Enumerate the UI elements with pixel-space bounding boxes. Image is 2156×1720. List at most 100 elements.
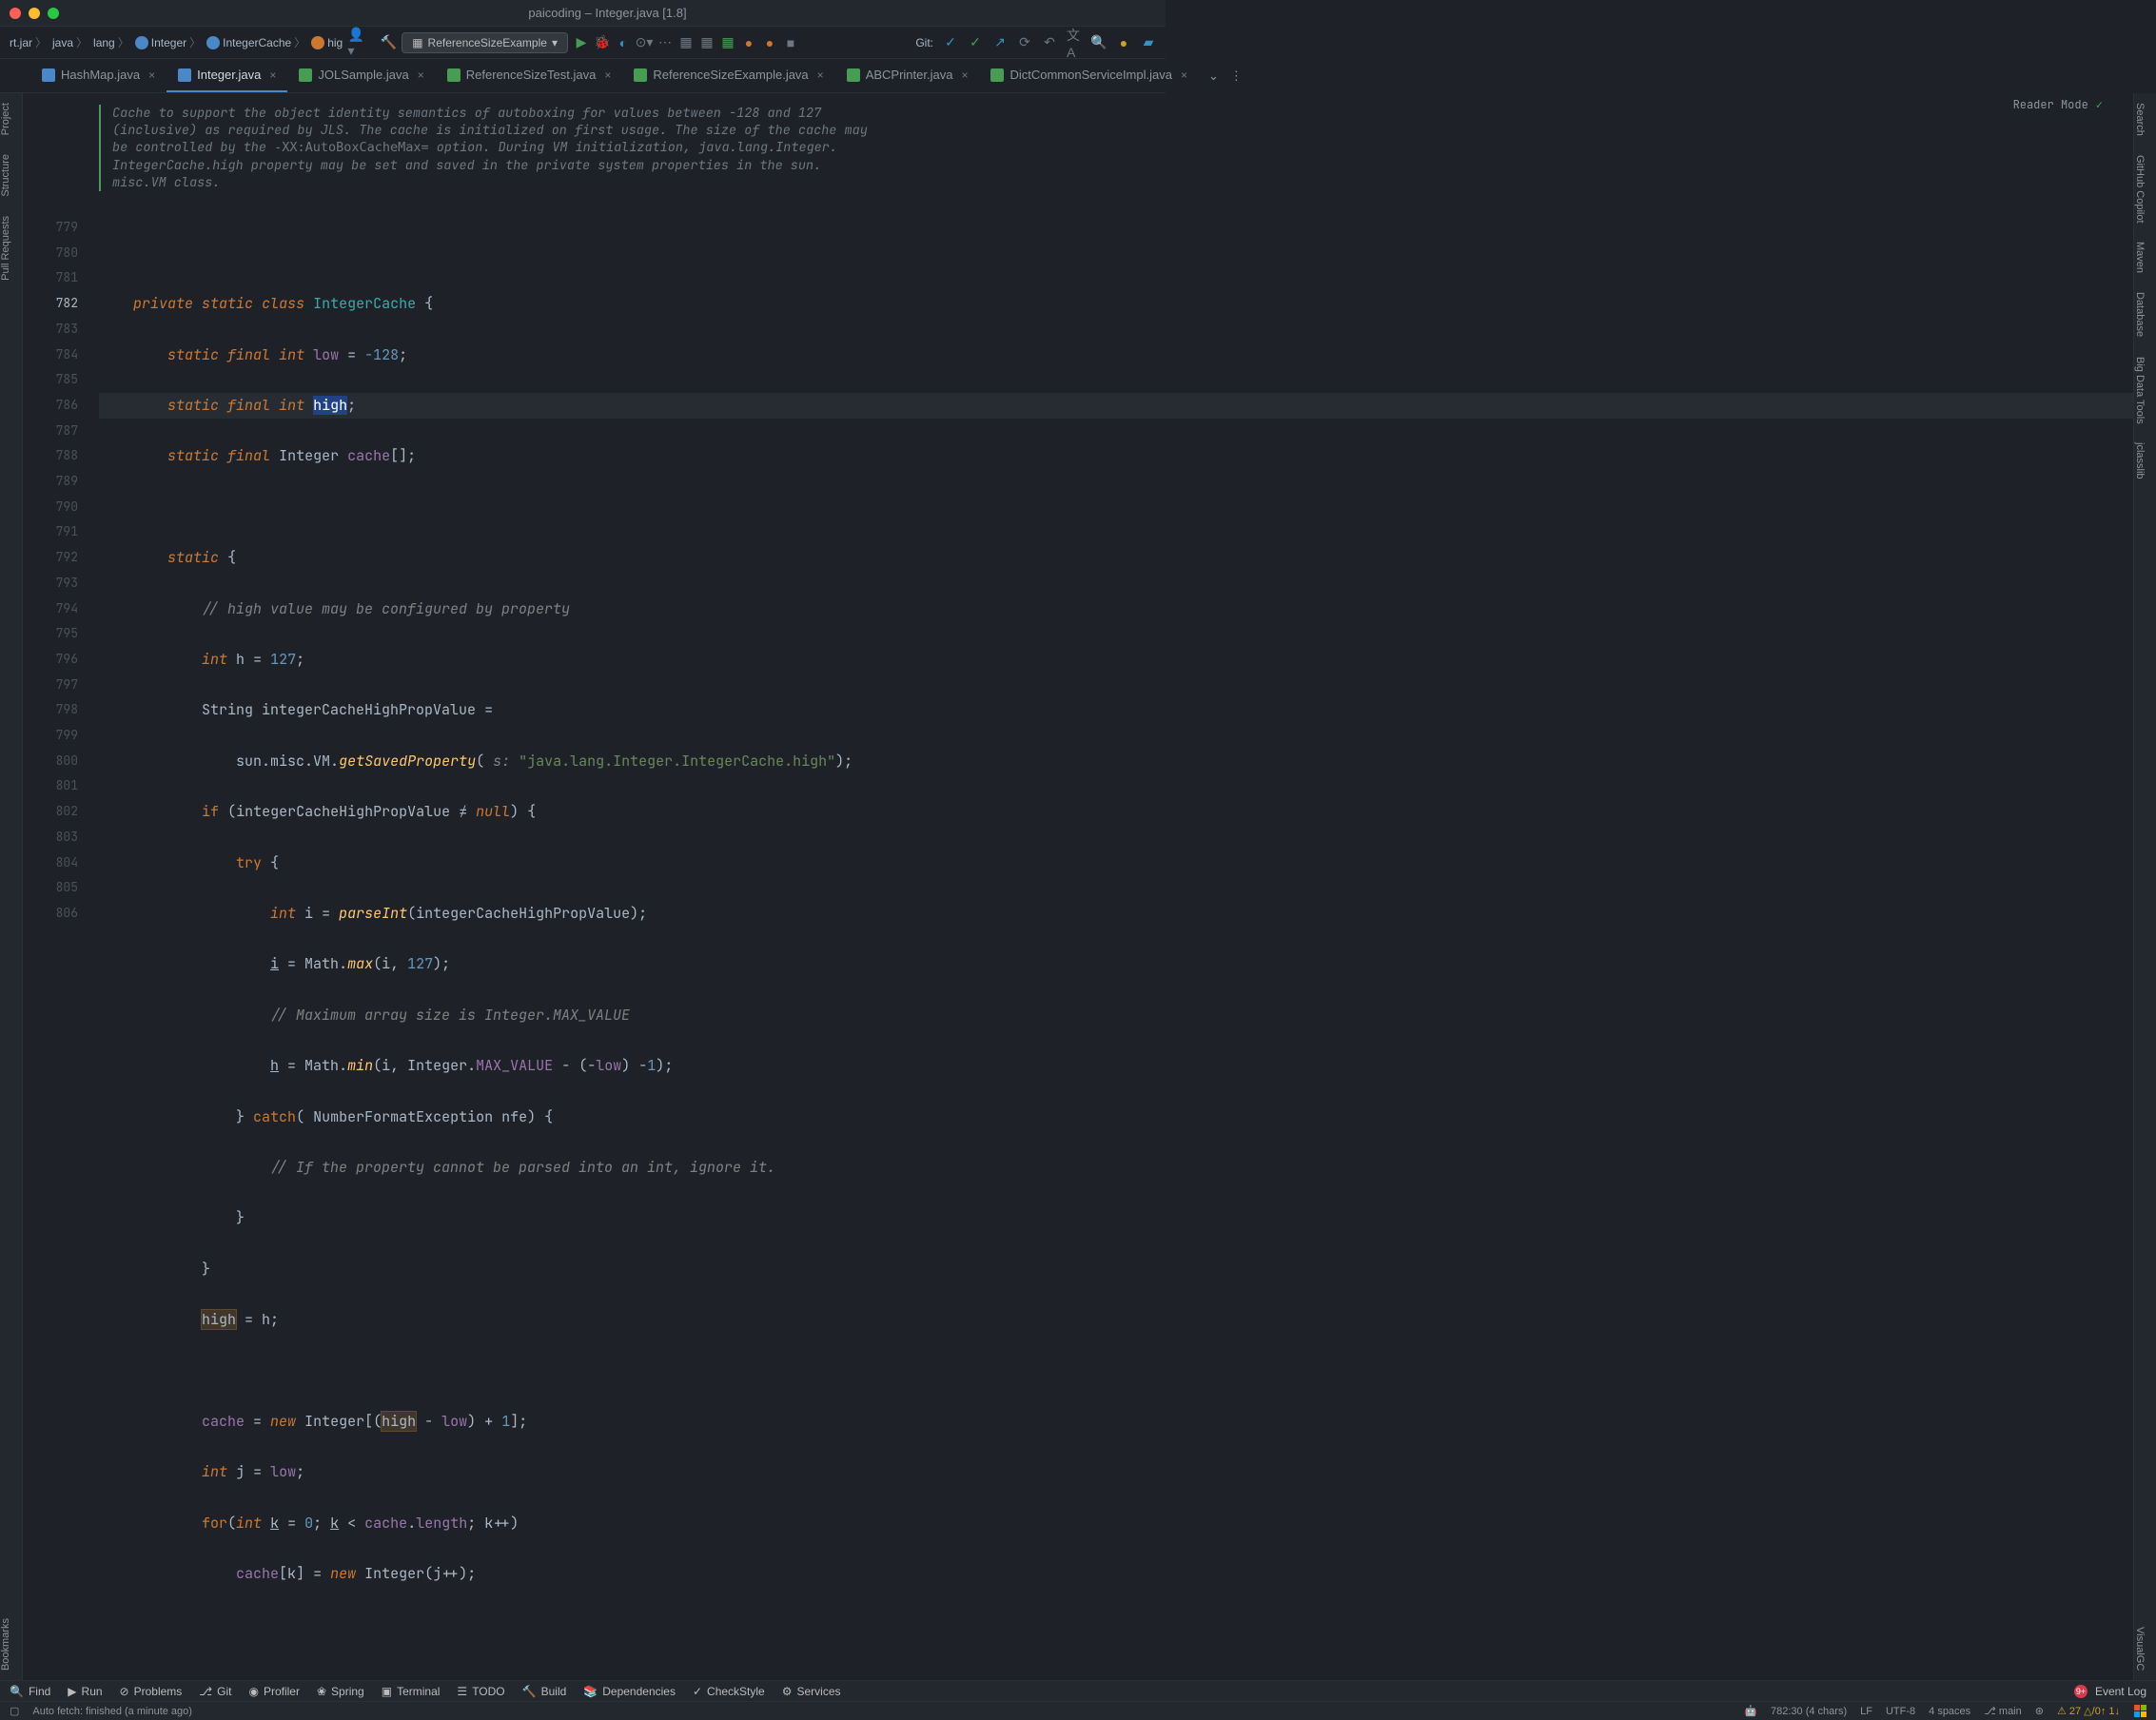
translate-icon[interactable]: 文A: [1067, 35, 1082, 50]
breadcrumb-item[interactable]: rt.jar〉: [10, 34, 47, 50]
tw-spring[interactable]: ❀Spring: [317, 1685, 364, 1698]
history-icon[interactable]: ⟳: [1017, 35, 1032, 50]
close-icon[interactable]: ×: [604, 68, 611, 82]
tool-icon[interactable]: ▦: [720, 35, 735, 50]
tool-icon[interactable]: ●: [762, 35, 777, 50]
copilot-status-icon[interactable]: 🤖: [1744, 1705, 1757, 1717]
tw-bigdata[interactable]: Big Data Tools: [2134, 347, 2146, 434]
code-area[interactable]: private static class IntegerCache { stat…: [99, 93, 2133, 1680]
tab-integer[interactable]: Integer.java×: [167, 59, 287, 92]
ide-icon[interactable]: ●: [1116, 35, 1131, 50]
tw-database[interactable]: Database: [2134, 283, 2146, 346]
tw-structure[interactable]: Structure: [0, 145, 11, 206]
tab-refsizeex[interactable]: ReferenceSizeExample.java×: [622, 59, 834, 92]
run-icon[interactable]: ▶: [574, 35, 589, 50]
tabs-overflow[interactable]: ⌄⋮: [1199, 59, 1252, 92]
profile-icon[interactable]: ⊙▾: [637, 35, 652, 50]
build-icon[interactable]: 🔨: [381, 35, 396, 50]
tw-jclasslib[interactable]: jclasslib: [2134, 433, 2146, 489]
tw-services[interactable]: ⚙Services: [782, 1685, 841, 1698]
revert-icon[interactable]: ↶: [1042, 35, 1057, 50]
stop-icon[interactable]: ■: [783, 35, 798, 50]
coverage-icon[interactable]: ◐: [616, 35, 631, 50]
editor[interactable]: Reader Mode✓ Cache to support the object…: [23, 93, 2133, 1680]
tw-profiler[interactable]: ◉Profiler: [248, 1685, 300, 1698]
tab-dictcommon[interactable]: DictCommonServiceImpl.java×: [979, 59, 1199, 92]
tab-jolsample[interactable]: JOLSample.java×: [287, 59, 435, 92]
tw-copilot[interactable]: GitHub Copilot: [2134, 146, 2146, 233]
java-icon: [42, 68, 55, 82]
indent-settings[interactable]: 4 spaces: [1929, 1706, 1970, 1717]
git-branch[interactable]: ⎇ main: [1984, 1705, 2022, 1717]
run-config-dropdown[interactable]: ▦ReferenceSizeExample▾: [402, 32, 568, 53]
breadcrumb-item[interactable]: hig: [311, 36, 343, 49]
minimize-icon[interactable]: [29, 8, 40, 19]
close-icon[interactable]: ×: [961, 68, 968, 82]
tool-icon[interactable]: ▦: [678, 35, 694, 50]
close-icon[interactable]: ×: [817, 68, 824, 82]
tw-run[interactable]: ▶Run: [68, 1685, 102, 1698]
ide-status-icon[interactable]: ⊛: [2035, 1705, 2044, 1717]
tw-terminal[interactable]: ▣Terminal: [382, 1685, 441, 1698]
inspections-status[interactable]: ⚠ 27 △/0↑ 1↓: [2057, 1705, 2120, 1717]
close-icon[interactable]: ×: [1181, 68, 1187, 82]
close-icon[interactable]: [10, 8, 21, 19]
tw-build[interactable]: 🔨Build: [522, 1685, 567, 1698]
tw-dependencies[interactable]: 📚Dependencies: [583, 1685, 676, 1698]
terminal-icon: ▣: [382, 1685, 392, 1698]
tw-git[interactable]: ⎇Git: [199, 1685, 231, 1698]
tw-search[interactable]: Search: [2134, 93, 2146, 146]
cursor-position[interactable]: 782:30 (4 chars): [1771, 1706, 1847, 1717]
maximize-icon[interactable]: [48, 8, 59, 19]
debug-icon[interactable]: 🐞: [595, 35, 610, 50]
close-icon[interactable]: ×: [418, 68, 424, 82]
class-icon: [206, 36, 220, 49]
file-encoding[interactable]: UTF-8: [1886, 1706, 1915, 1717]
tw-find[interactable]: 🔍Find: [10, 1685, 50, 1698]
tab-abcprinter[interactable]: ABCPrinter.java×: [835, 59, 980, 92]
push-icon[interactable]: ✓: [968, 35, 983, 50]
ide-icon[interactable]: ▰: [1141, 35, 1156, 50]
line-separator[interactable]: LF: [1860, 1706, 1872, 1717]
tw-checkstyle[interactable]: ✓CheckStyle: [693, 1685, 765, 1698]
chevron-down-icon: ▾: [552, 36, 558, 49]
close-icon[interactable]: ×: [269, 68, 276, 82]
close-icon[interactable]: ×: [148, 68, 155, 82]
java-icon: [990, 68, 1004, 82]
update-icon[interactable]: ↗: [992, 35, 1008, 50]
breadcrumb-item[interactable]: Integer〉: [135, 34, 201, 50]
tab-hashmap[interactable]: HashMap.java×: [30, 59, 167, 92]
tw-visualgc[interactable]: VisualGC: [2134, 1617, 2146, 1680]
breadcrumb-item[interactable]: lang〉: [93, 34, 129, 50]
tw-problems[interactable]: ⊘Problems: [120, 1685, 183, 1698]
toolwindow-icon[interactable]: ▢: [10, 1705, 19, 1717]
build-icon: 🔨: [522, 1685, 537, 1698]
commit-icon[interactable]: ✓: [943, 35, 958, 50]
tw-todo[interactable]: ☰TODO: [457, 1685, 504, 1698]
user-icon[interactable]: 👤▾: [348, 35, 363, 50]
tw-project[interactable]: Project: [0, 93, 11, 145]
java-icon: [634, 68, 647, 82]
java-icon: [178, 68, 191, 82]
tab-refsizetest[interactable]: ReferenceSizeTest.java×: [436, 59, 623, 92]
breadcrumb-item[interactable]: IntegerCache〉: [206, 34, 305, 50]
tw-bookmarks[interactable]: Bookmarks: [0, 1609, 11, 1680]
tool-icon[interactable]: ●: [741, 35, 756, 50]
tw-pullrequests[interactable]: Pull Requests: [0, 206, 11, 290]
attach-icon[interactable]: ⋯: [657, 35, 673, 50]
tw-eventlog[interactable]: Event Log: [2095, 1685, 2146, 1698]
checkstyle-icon: ✓: [693, 1685, 702, 1698]
class-icon: [135, 36, 148, 49]
run-config-icon: ▦: [412, 36, 422, 49]
status-bar: ▢ Auto fetch: finished (a minute ago) 🤖 …: [0, 1701, 2156, 1720]
java-icon: [299, 68, 312, 82]
chevron-down-icon: ⌄: [1208, 68, 1219, 84]
windows-icon[interactable]: [2133, 1705, 2146, 1718]
git-label: Git:: [915, 36, 933, 49]
tw-maven[interactable]: Maven: [2134, 232, 2146, 283]
window-title: paicoding – Integer.java [1.8]: [59, 6, 1156, 20]
search-icon[interactable]: 🔍: [1091, 35, 1107, 50]
breadcrumb-item[interactable]: java〉: [52, 34, 88, 50]
toolwindow-bar: 🔍Find ▶Run ⊘Problems ⎇Git ◉Profiler ❀Spr…: [0, 1680, 2156, 1701]
tool-icon[interactable]: ▦: [699, 35, 715, 50]
